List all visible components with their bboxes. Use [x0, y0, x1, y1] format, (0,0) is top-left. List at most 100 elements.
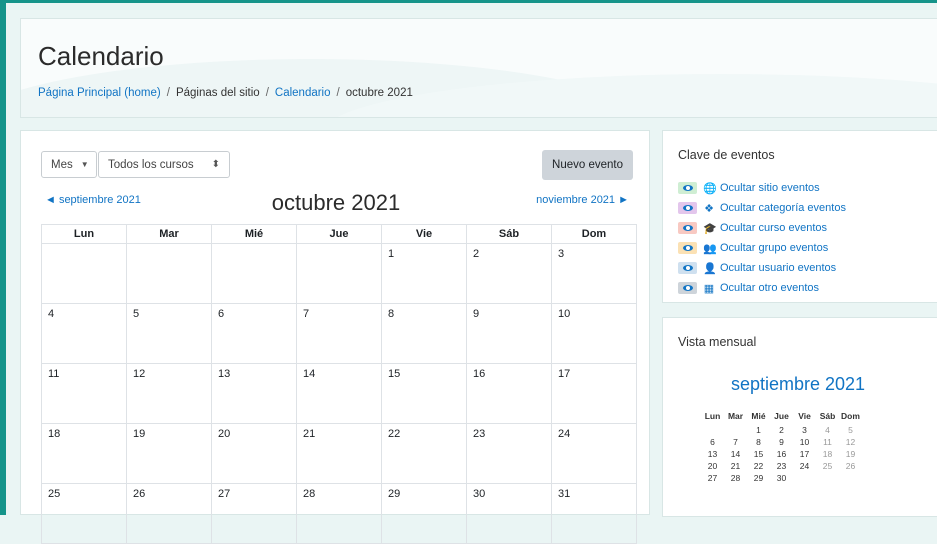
mini-day: 21 [730, 461, 741, 471]
mini-day: 26 [845, 461, 856, 471]
day-cell[interactable]: 20 [211, 423, 297, 484]
mini-day: 4 [825, 425, 830, 435]
mini-day: 16 [776, 449, 787, 459]
mini-day: 1 [756, 425, 761, 435]
mini-day: 23 [776, 461, 787, 471]
event-key-label: Ocultar curso eventos [720, 222, 827, 234]
toggle-group-events[interactable]: 👥 Ocultar grupo eventos [678, 238, 846, 258]
day-cell[interactable]: 10 [551, 303, 637, 364]
mini-weekday-header: Jue [774, 411, 789, 421]
mini-day: 3 [802, 425, 807, 435]
day-cell[interactable]: 19 [126, 423, 212, 484]
toggle-course-events[interactable]: 🎓 Ocultar curso eventos [678, 218, 846, 238]
day-cell[interactable]: 31 [551, 483, 637, 544]
day-cell[interactable]: 21 [296, 423, 382, 484]
course-select[interactable]: Todos los cursos ⬍ [98, 151, 230, 178]
day-cell[interactable]: 4 [41, 303, 127, 364]
toggle-user-events[interactable]: 👤 Ocultar usuario eventos [678, 258, 846, 278]
caret-down-icon: ▼ [80, 160, 89, 169]
day-cell[interactable]: 17 [551, 363, 637, 424]
day-cell[interactable]: 15 [381, 363, 467, 424]
mini-day [816, 472, 839, 484]
mini-day: 24 [799, 461, 810, 471]
mini-day [793, 472, 816, 484]
mini-day: 12 [845, 437, 856, 447]
day-cell[interactable]: 14 [296, 363, 382, 424]
day-cell[interactable]: 5 [126, 303, 212, 364]
day-cell[interactable]: 25 [41, 483, 127, 544]
breadcrumb-home-link[interactable]: Página Principal (home) [38, 87, 161, 99]
mini-day: 25 [822, 461, 833, 471]
day-cell[interactable]: 29 [381, 483, 467, 544]
day-cell[interactable]: 18 [41, 423, 127, 484]
event-key-label: Ocultar categoría eventos [720, 202, 846, 214]
eye-icon [678, 262, 697, 274]
event-key-label: Ocultar usuario eventos [720, 262, 837, 274]
event-key-label: Ocultar otro eventos [720, 282, 820, 294]
mini-day: 11 [823, 437, 832, 447]
day-cell[interactable]: 6 [211, 303, 297, 364]
eye-icon [678, 222, 697, 234]
calendar-week-row: 4 5 6 7 8 9 10 [41, 303, 637, 364]
day-cell[interactable]: 8 [381, 303, 467, 364]
mini-day: 10 [799, 437, 810, 447]
day-cell[interactable]: 24 [551, 423, 637, 484]
mini-day: 7 [733, 437, 738, 447]
mini-day: 13 [707, 449, 718, 459]
mini-day: 30 [776, 473, 787, 483]
breadcrumb-calendar-link[interactable]: Calendario [275, 87, 331, 99]
globe-icon: 🌐 [703, 182, 717, 195]
weekday-header: Sáb [466, 224, 552, 244]
event-key-list: 🌐 Ocultar sitio eventos ❖ Ocultar catego… [678, 178, 846, 298]
mini-day: 6 [710, 437, 715, 447]
day-cell[interactable]: 27 [211, 483, 297, 544]
mini-day: 20 [707, 461, 718, 471]
new-event-button[interactable]: Nuevo evento [542, 150, 633, 180]
day-cell[interactable]: 3 [551, 243, 637, 304]
day-cell[interactable]: 16 [466, 363, 552, 424]
mini-day [724, 424, 747, 436]
next-month-link[interactable]: noviembre 2021 ► [536, 194, 629, 206]
day-cell[interactable]: 7 [296, 303, 382, 364]
day-cell[interactable]: 13 [211, 363, 297, 424]
event-key-card: Clave de eventos 🌐 Ocultar sitio eventos… [662, 130, 937, 303]
mini-weekday-header: Dom [841, 411, 860, 421]
group-icon: 👥 [703, 242, 717, 255]
breadcrumb-separator: / [265, 87, 269, 99]
day-cell[interactable]: 22 [381, 423, 467, 484]
view-select[interactable]: Mes ▼ [41, 151, 97, 178]
mini-weekday-header: Lun [704, 411, 721, 421]
toggle-other-events[interactable]: ▦ Ocultar otro eventos [678, 278, 846, 298]
breadcrumb-separator: / [166, 87, 170, 99]
day-cell[interactable]: 9 [466, 303, 552, 364]
mini-day: 18 [822, 449, 833, 459]
mini-calendar-month-link[interactable]: septiembre 2021 [663, 374, 933, 395]
day-cell [296, 243, 382, 304]
mini-day: 27 [707, 473, 718, 483]
day-cell[interactable]: 23 [466, 423, 552, 484]
mini-day: 5 [848, 425, 853, 435]
day-cell[interactable]: 11 [41, 363, 127, 424]
mini-calendar-grid: Lun Mar Mié Jue Vie Sáb Dom 1 2 3 4 5 6 [701, 411, 862, 484]
day-cell[interactable]: 2 [466, 243, 552, 304]
calendar-card: Mes ▼ Todos los cursos ⬍ Nuevo evento ◄ … [20, 130, 650, 544]
weekday-header: Dom [551, 224, 637, 244]
course-select-value: Todos los cursos [108, 158, 194, 171]
mini-day: 17 [799, 449, 810, 459]
toggle-category-events[interactable]: ❖ Ocultar categoría eventos [678, 198, 846, 218]
mini-day: 28 [730, 473, 741, 483]
day-cell[interactable]: 28 [296, 483, 382, 544]
mini-day: 22 [753, 461, 764, 471]
top-accent-bar [0, 0, 937, 3]
day-cell[interactable]: 26 [126, 483, 212, 544]
toggle-site-events[interactable]: 🌐 Ocultar sitio eventos [678, 178, 846, 198]
breadcrumb-separator: / [336, 87, 340, 99]
eye-icon [678, 182, 697, 194]
day-cell[interactable]: 30 [466, 483, 552, 544]
calendar-week-row: 11 12 13 14 15 16 17 [41, 363, 637, 424]
day-cell[interactable]: 1 [381, 243, 467, 304]
mini-day [839, 472, 862, 484]
calendar-icon: ▦ [703, 282, 715, 295]
mini-weekday-header: Mar [727, 411, 744, 421]
day-cell[interactable]: 12 [126, 363, 212, 424]
